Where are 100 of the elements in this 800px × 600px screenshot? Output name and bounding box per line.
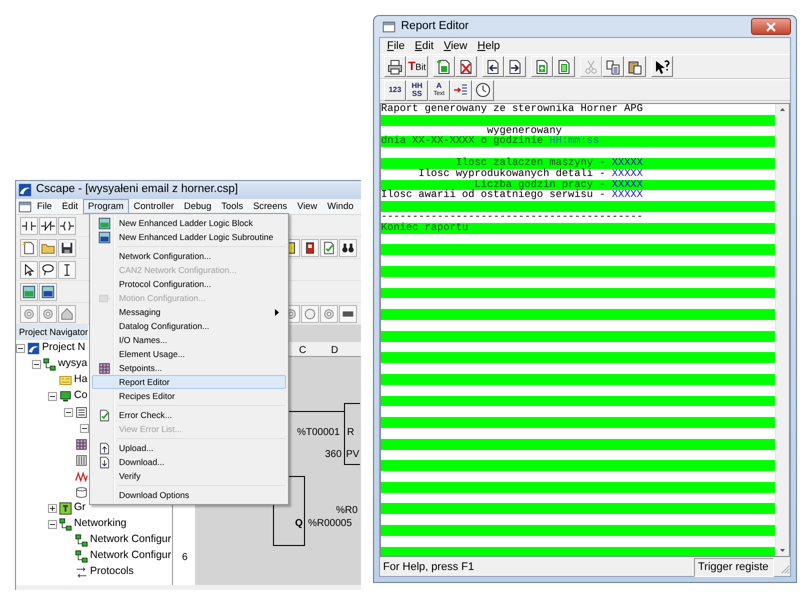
menu-item[interactable]: Upload... [92, 441, 286, 455]
ladder-label: %T00001 [297, 426, 340, 440]
tree-item[interactable]: Network Configur [90, 548, 172, 564]
menu-item[interactable]: Windo [322, 199, 359, 214]
network-icon [75, 534, 88, 546]
cscape-logo-icon [18, 183, 32, 197]
toolbar-button[interactable] [339, 238, 357, 256]
menu-item[interactable]: Download Options [92, 488, 286, 502]
report-line: wygenerowany [486, 124, 562, 137]
menu-item[interactable]: Report Editor [92, 375, 286, 389]
expand-toggle[interactable] [80, 424, 89, 432]
menu-item[interactable]: Messaging [92, 305, 286, 319]
menu-item[interactable]: Edit [410, 38, 439, 54]
closed-contact-icon [41, 218, 55, 232]
ladder-label: 360 [325, 448, 342, 462]
menu-item[interactable]: Error Check... [92, 408, 286, 422]
menu-item[interactable]: Datalog Configuration... [92, 319, 286, 333]
toolbar-button[interactable] [20, 216, 38, 234]
page-up-arrow-icon [98, 442, 110, 454]
tree-item[interactable]: Protocols [90, 564, 134, 580]
menu-item[interactable]: View [438, 38, 472, 54]
toolbar-button[interactable]: TBit [406, 56, 428, 77]
io-tag-icon [59, 374, 72, 386]
menu-item[interactable]: Recipes Editor [92, 389, 286, 403]
page-left-arrow-icon [485, 58, 501, 74]
contact-icon [22, 218, 36, 232]
menu-item[interactable]: Network Configuration... [92, 249, 286, 263]
menu-item[interactable]: Element Usage... [92, 347, 286, 361]
menu-item[interactable]: Download... [92, 455, 286, 469]
floppy-icon [60, 240, 74, 254]
toolbar-button[interactable] [39, 282, 57, 300]
network-icon [59, 518, 72, 530]
page-up-icon [534, 58, 550, 74]
report-line: ------------------------------------------ [381, 210, 643, 223]
grid-box-icon [98, 362, 110, 374]
toolbar-button[interactable] [58, 216, 76, 234]
tree-item[interactable]: Ha [74, 372, 88, 388]
menu-item[interactable]: I/O Names... [92, 333, 286, 347]
menu-item[interactable]: Debug [178, 199, 216, 214]
menu-item[interactable]: Program [83, 199, 129, 214]
close-icon [766, 22, 776, 32]
report-line: Liczba godzin pracy - XXXXX [474, 178, 643, 191]
toolbar-button[interactable] [20, 238, 38, 256]
expand-toggle[interactable] [32, 360, 41, 368]
menu-item[interactable]: Tools [216, 199, 248, 214]
close-button[interactable] [751, 18, 791, 35]
submenu-arrow-icon [275, 308, 279, 316]
menu-item[interactable]: Controller [128, 199, 179, 214]
network-icon [75, 550, 88, 562]
toolbar-button[interactable] [339, 304, 357, 322]
rung-number: 6 [182, 551, 188, 565]
grid-box-icon [75, 438, 88, 450]
toolbar-button[interactable] [20, 260, 38, 278]
menu-item[interactable]: Screens [248, 199, 292, 214]
tree-item[interactable]: Gr [74, 500, 86, 516]
monitor-icon [59, 390, 72, 402]
toolbar-button[interactable] [320, 238, 338, 256]
expand-toggle[interactable] [16, 344, 25, 352]
report-line: Ilosc zalaczen maszyny - XXXXX [454, 156, 643, 169]
menu-item[interactable]: File [382, 38, 410, 54]
coil-icon [60, 218, 74, 232]
status-text: For Help, press F1 [383, 560, 474, 576]
tree-item[interactable]: wysya [58, 356, 88, 372]
menu-item[interactable]: View [292, 199, 322, 214]
menu-item[interactable]: Protocol Configuration... [92, 277, 286, 291]
network-icon [43, 358, 56, 370]
ladder-label: %R0 [336, 504, 358, 518]
menu-item[interactable]: Edit [56, 199, 84, 214]
menu-item[interactable]: Verify [92, 469, 286, 483]
toolbar-button[interactable] [58, 238, 76, 256]
report-line: Koniec raportu [381, 222, 468, 234]
toolbar-button[interactable] [39, 216, 57, 234]
menu-item[interactable]: New Enhanced Ladder Logic Subroutine [92, 230, 286, 244]
report-line: Ilosc wyprodukowanych detali - XXXXX [417, 168, 643, 180]
report-line: Ilosc awarii od ostatniego serwisu - XXXXX [381, 189, 643, 202]
ladder-label: PV [346, 448, 360, 462]
expand-toggle[interactable] [48, 392, 57, 400]
column-header: C [299, 344, 306, 358]
tree-item[interactable]: Project N [42, 340, 86, 356]
expand-toggle[interactable] [48, 504, 57, 512]
page-cross-icon [458, 58, 474, 74]
toolbar-button[interactable] [39, 260, 57, 278]
expand-toggle[interactable] [48, 520, 57, 528]
menu-item[interactable]: New Enhanced Ladder Logic Block [92, 216, 286, 230]
tree-item[interactable]: Co [74, 388, 88, 404]
menu-item[interactable]: Help [472, 38, 506, 54]
column-header: D [331, 344, 338, 358]
expand-toggle[interactable] [64, 408, 73, 416]
tree-item[interactable]: Networking [74, 516, 127, 532]
toolbar-button[interactable] [20, 282, 38, 300]
menu-item[interactable]: File [32, 199, 57, 214]
clock-icon [475, 82, 491, 98]
menu-item[interactable]: Setpoints... [92, 361, 286, 375]
module-icon [75, 406, 88, 418]
toolbar-button[interactable] [58, 260, 76, 278]
toolbar-button[interactable] [301, 238, 319, 256]
graphics-tile-icon [59, 502, 72, 514]
scrollbar[interactable] [775, 104, 789, 556]
tree-item[interactable]: Network Configur [90, 532, 172, 548]
block-icon [22, 284, 36, 298]
